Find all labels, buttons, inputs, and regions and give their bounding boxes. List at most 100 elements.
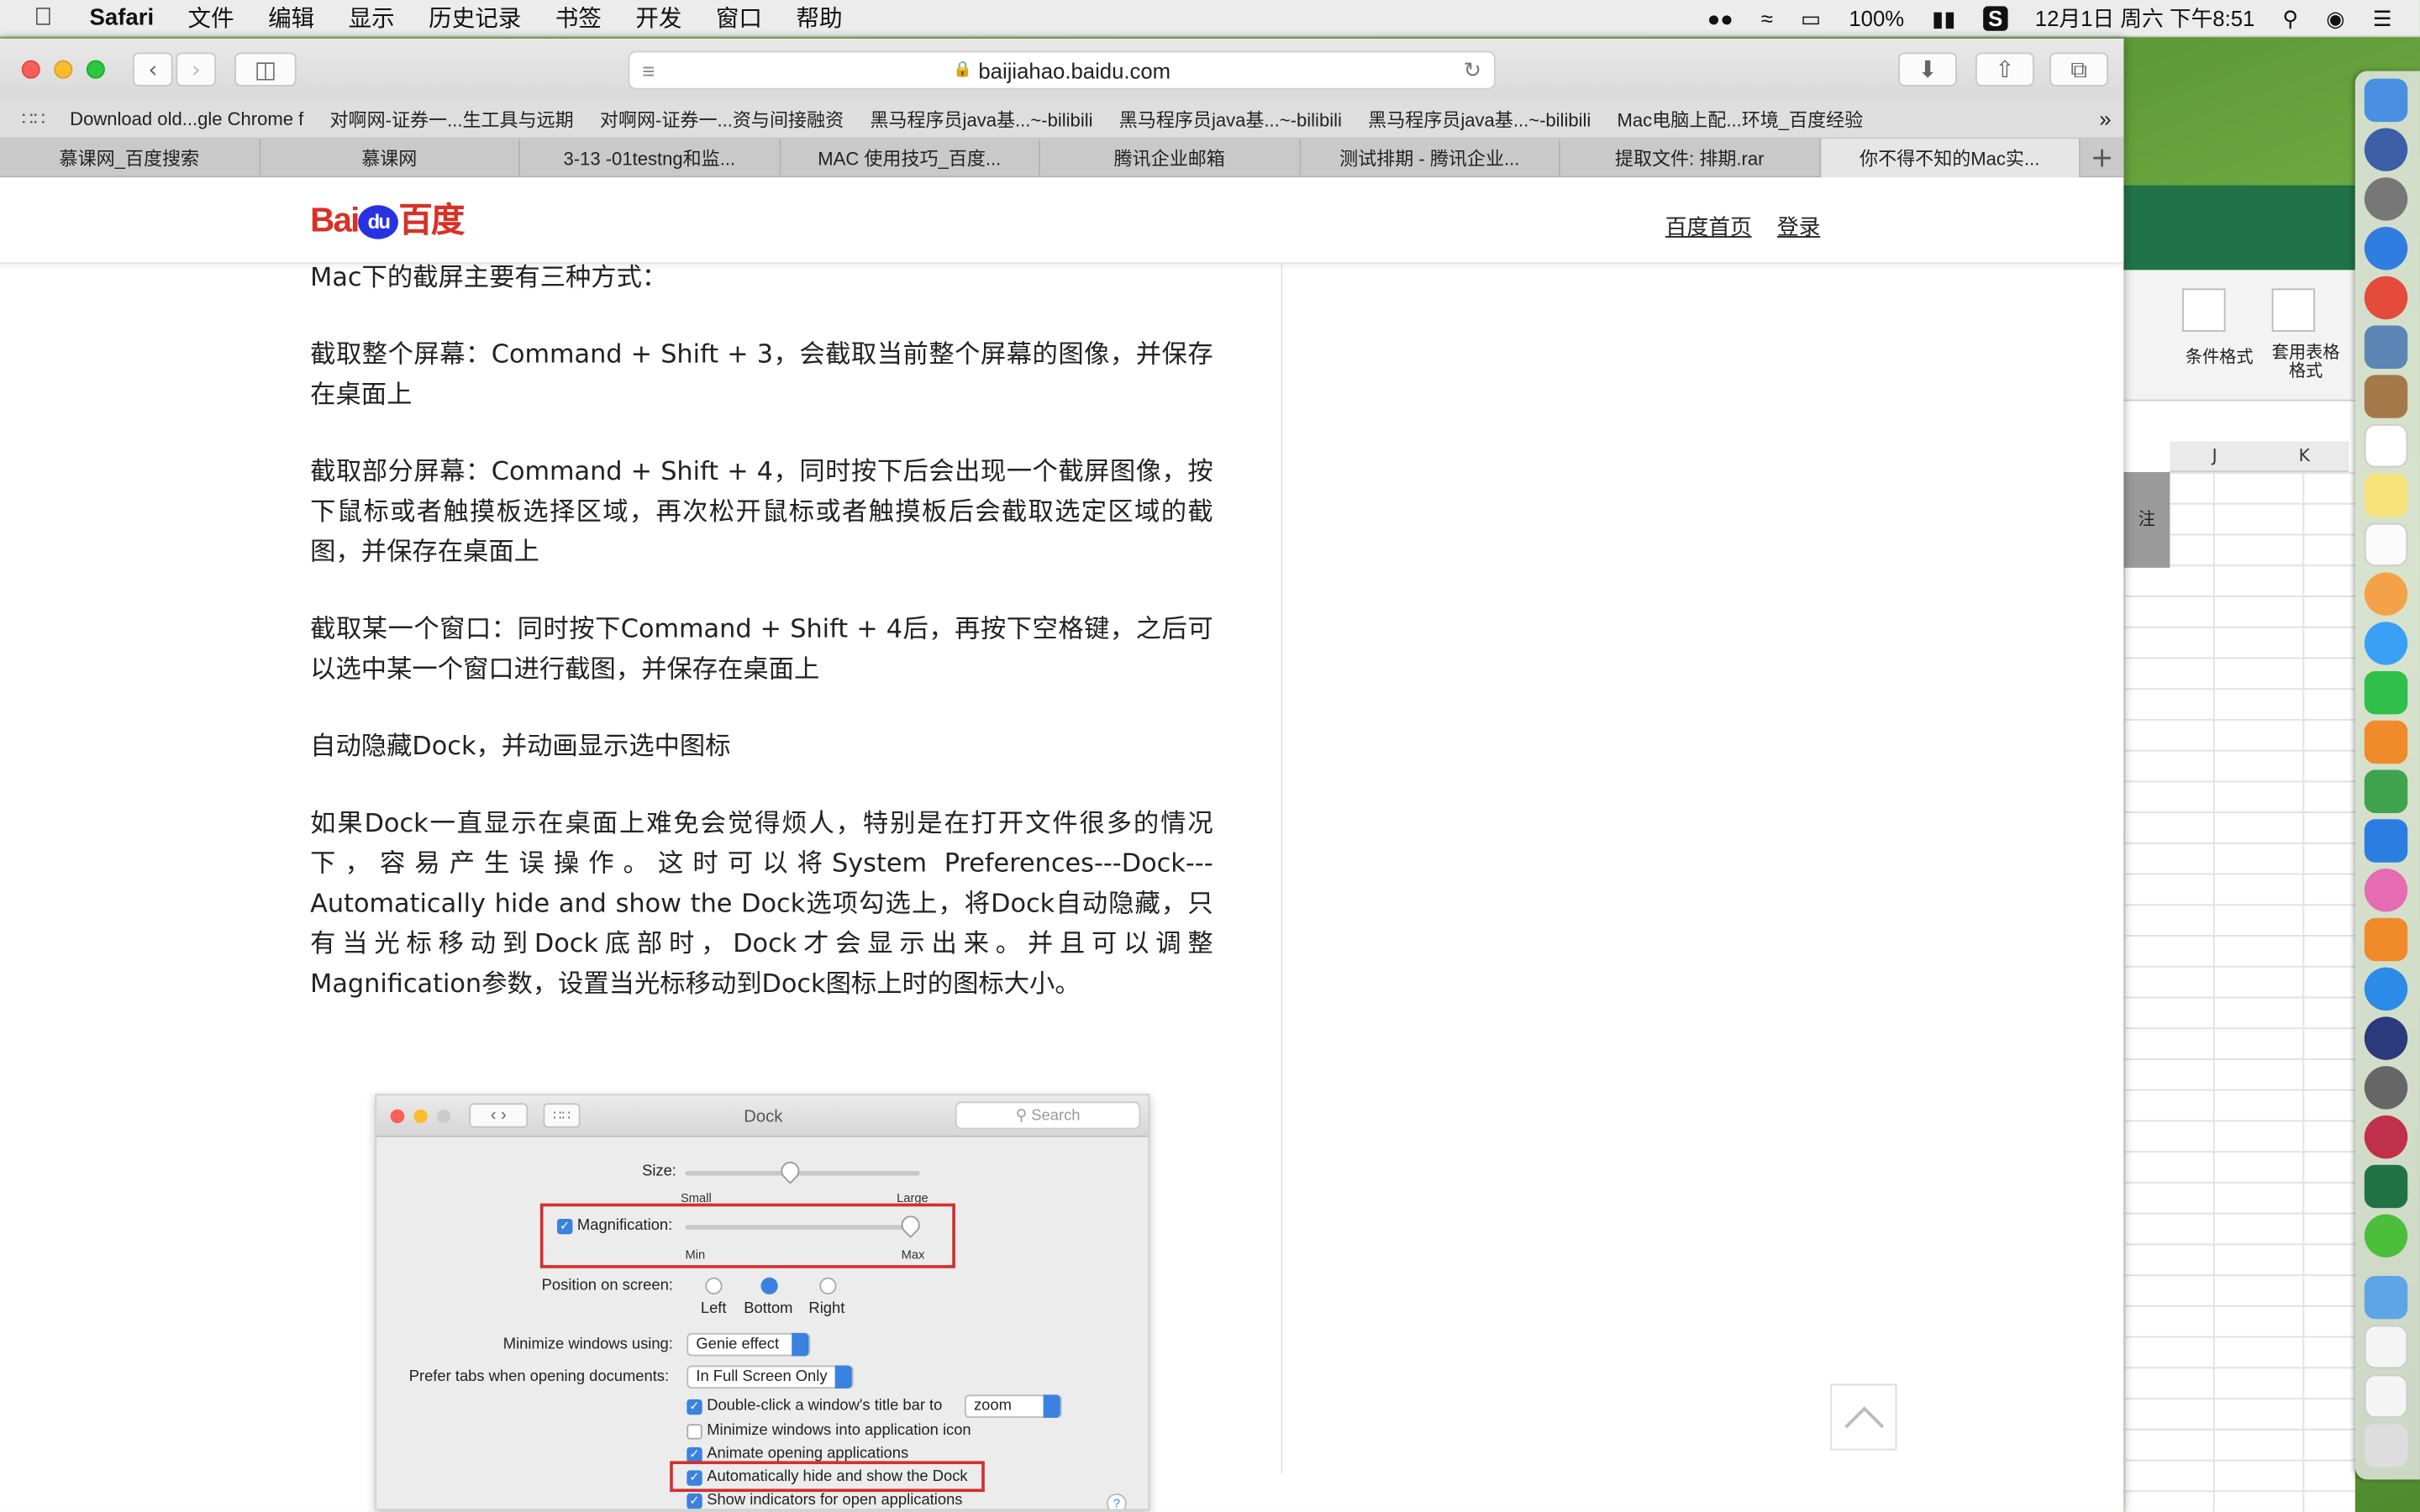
menu-view[interactable]: 显示 [349,2,395,34]
menu-help[interactable]: 帮助 [796,2,842,34]
prefs-minimize-icon [413,1109,428,1124]
column-header-k[interactable]: K [2259,441,2349,473]
size-label: Size: [642,1163,676,1181]
wifi-icon[interactable]: ≈ [1761,6,1773,30]
contacts-icon[interactable] [2364,375,2408,418]
magnification-highlight-box [539,1203,955,1268]
launchpad-icon[interactable] [2364,177,2408,221]
site-header: Bai du 百度 百度首页 登录 [0,177,2124,265]
spreadsheet-grid[interactable] [2123,472,2355,1512]
notification-center-icon[interactable]: ☰ [2373,5,2392,31]
apple-menu-icon[interactable]:  [34,4,67,32]
prefs-search-placeholder: Search [1031,1107,1081,1125]
keynote-icon[interactable] [2364,819,2408,863]
airplay-icon[interactable]: ▭ [1801,5,1821,31]
prefs-close-icon [390,1109,405,1124]
clock[interactable]: 12月1日 周六 下午8:51 [2035,3,2255,34]
wechat-dock-icon[interactable] [2364,1214,2408,1257]
excel-note-cell[interactable]: 注 [2123,472,2170,568]
messages-icon[interactable] [2364,622,2408,665]
autohide-label: Automatically hide and show the Dock [707,1468,968,1486]
position-left-radio [705,1277,723,1294]
spotlight-search-icon[interactable]: ⚲ [2282,5,2298,31]
minimize-into-icon-label: Minimize windows into application icon [707,1422,971,1440]
dock-preferences-image: ‹ › ∷∷ Dock ⚲ Search Size: Small Large ✓… [375,1094,1150,1511]
baidu-logo[interactable]: Bai du 百度 [310,193,465,243]
calendar-icon[interactable] [2364,424,2408,468]
indicators-label: Show indicators for open applications [707,1492,963,1509]
table-format-label: 套用表格格式 [2271,342,2340,381]
table-format-icon[interactable] [2271,288,2316,332]
notes-icon[interactable] [2364,473,2408,517]
prefs-nav-arrows: ‹ › [469,1103,529,1128]
minimize-into-icon-checkbox [687,1424,702,1440]
conditional-format-label: 条件格式 [2185,347,2254,368]
size-slider-track [685,1171,920,1176]
pages-icon[interactable] [2364,720,2408,764]
document-stack-icon[interactable] [2364,1325,2408,1369]
wechat-status-icon[interactable]: ●● [1707,6,1733,30]
position-right-radio [819,1277,837,1294]
article-paragraph: 截取整个屏幕：Command + Shift + 3，会截取当前整个屏幕的图像，… [310,339,1213,409]
excel-title-strip [2123,185,2355,270]
itunes-icon[interactable] [2364,869,2408,912]
folder-icon[interactable] [2364,1275,2408,1320]
menu-app-safari[interactable]: Safari [90,5,155,31]
double-click-label: Double-click a window's title bar to [707,1398,943,1415]
menu-window[interactable]: 窗口 [716,2,762,34]
finder-icon[interactable] [2364,78,2408,123]
mail-icon[interactable] [2364,325,2408,369]
ibooks-icon[interactable] [2364,917,2408,962]
magnification-checkbox: ✓ [557,1218,573,1235]
facetime-icon[interactable] [2364,670,2408,715]
prefer-tabs-label: Prefer tabs when opening documents: [408,1368,670,1386]
siri-dock-icon[interactable] [2364,128,2408,171]
article-paragraph: 截取部分屏幕：Command + Shift + 4，同时按下后会出现一个截屏图… [310,456,1213,567]
scroll-to-top-button[interactable] [1830,1383,1897,1451]
prefs-search-field: ⚲ Search [955,1101,1141,1130]
menu-history[interactable]: 历史记录 [429,2,521,34]
numbers-icon[interactable] [2364,769,2408,813]
position-bottom-radio [760,1277,778,1294]
menu-develop[interactable]: 开发 [635,2,681,34]
baidu-logo-bai: Bai [310,200,360,239]
position-right-label: Right [808,1300,845,1318]
menu-bookmarks[interactable]: 书签 [555,2,602,34]
reminders-icon[interactable] [2364,522,2408,567]
app-store-icon[interactable] [2364,967,2408,1011]
sogou-input-icon[interactable]: S [1983,6,2007,31]
popup-arrows-icon [1043,1394,1060,1418]
battery-icon[interactable]: ▮▮ [1932,5,1955,31]
siri-icon[interactable]: ◉ [2326,5,2344,31]
prefs-grid-icon: ∷∷ [543,1103,581,1128]
size-slider-knob [776,1158,803,1184]
double-click-checkbox: ✓ [687,1399,702,1415]
safari-dock-icon[interactable] [2364,226,2408,270]
baidu-home-link[interactable]: 百度首页 [1665,216,1752,240]
animate-label: Animate opening applications [707,1445,909,1463]
article-paragraph: 截取某一个窗口：同时按下Command + Shift + 4后，再按下空格键，… [310,614,1213,684]
chrome-icon[interactable] [2364,276,2408,320]
magnification-label: Magnification: [576,1217,673,1235]
prefer-tabs-value: In Full Screen Only [696,1368,828,1386]
photos-icon[interactable] [2364,572,2408,616]
trash-icon[interactable] [2364,1424,2408,1467]
indicators-checkbox: ✓ [687,1493,702,1509]
magnification-min-label: Min [685,1247,706,1263]
battery-percent: 100% [1849,6,1905,31]
downloads-stack-icon[interactable] [2364,1374,2408,1418]
double-click-popup: zoom [964,1394,1062,1418]
eclipse-icon[interactable] [2364,1016,2408,1060]
system-preferences-icon[interactable] [2364,1066,2408,1110]
excel-icon[interactable] [2364,1164,2408,1209]
prefs-titlebar: ‹ › ∷∷ Dock ⚲ Search [376,1095,1149,1137]
minimize-effect-popup: Genie effect [687,1332,811,1357]
menu-edit[interactable]: 编辑 [268,2,314,34]
login-link[interactable]: 登录 [1777,216,1820,240]
conditional-format-icon[interactable] [2182,288,2226,332]
position-left-label: Left [700,1300,727,1318]
menu-file[interactable]: 文件 [188,2,234,34]
column-header-j[interactable]: J [2170,441,2260,473]
testing-app-icon[interactable] [2364,1115,2408,1159]
article-paragraph: 如果Dock一直显示在桌面上难免会觉得烦人，特别是在打开文件很多的情况下，容易产… [310,808,1213,999]
